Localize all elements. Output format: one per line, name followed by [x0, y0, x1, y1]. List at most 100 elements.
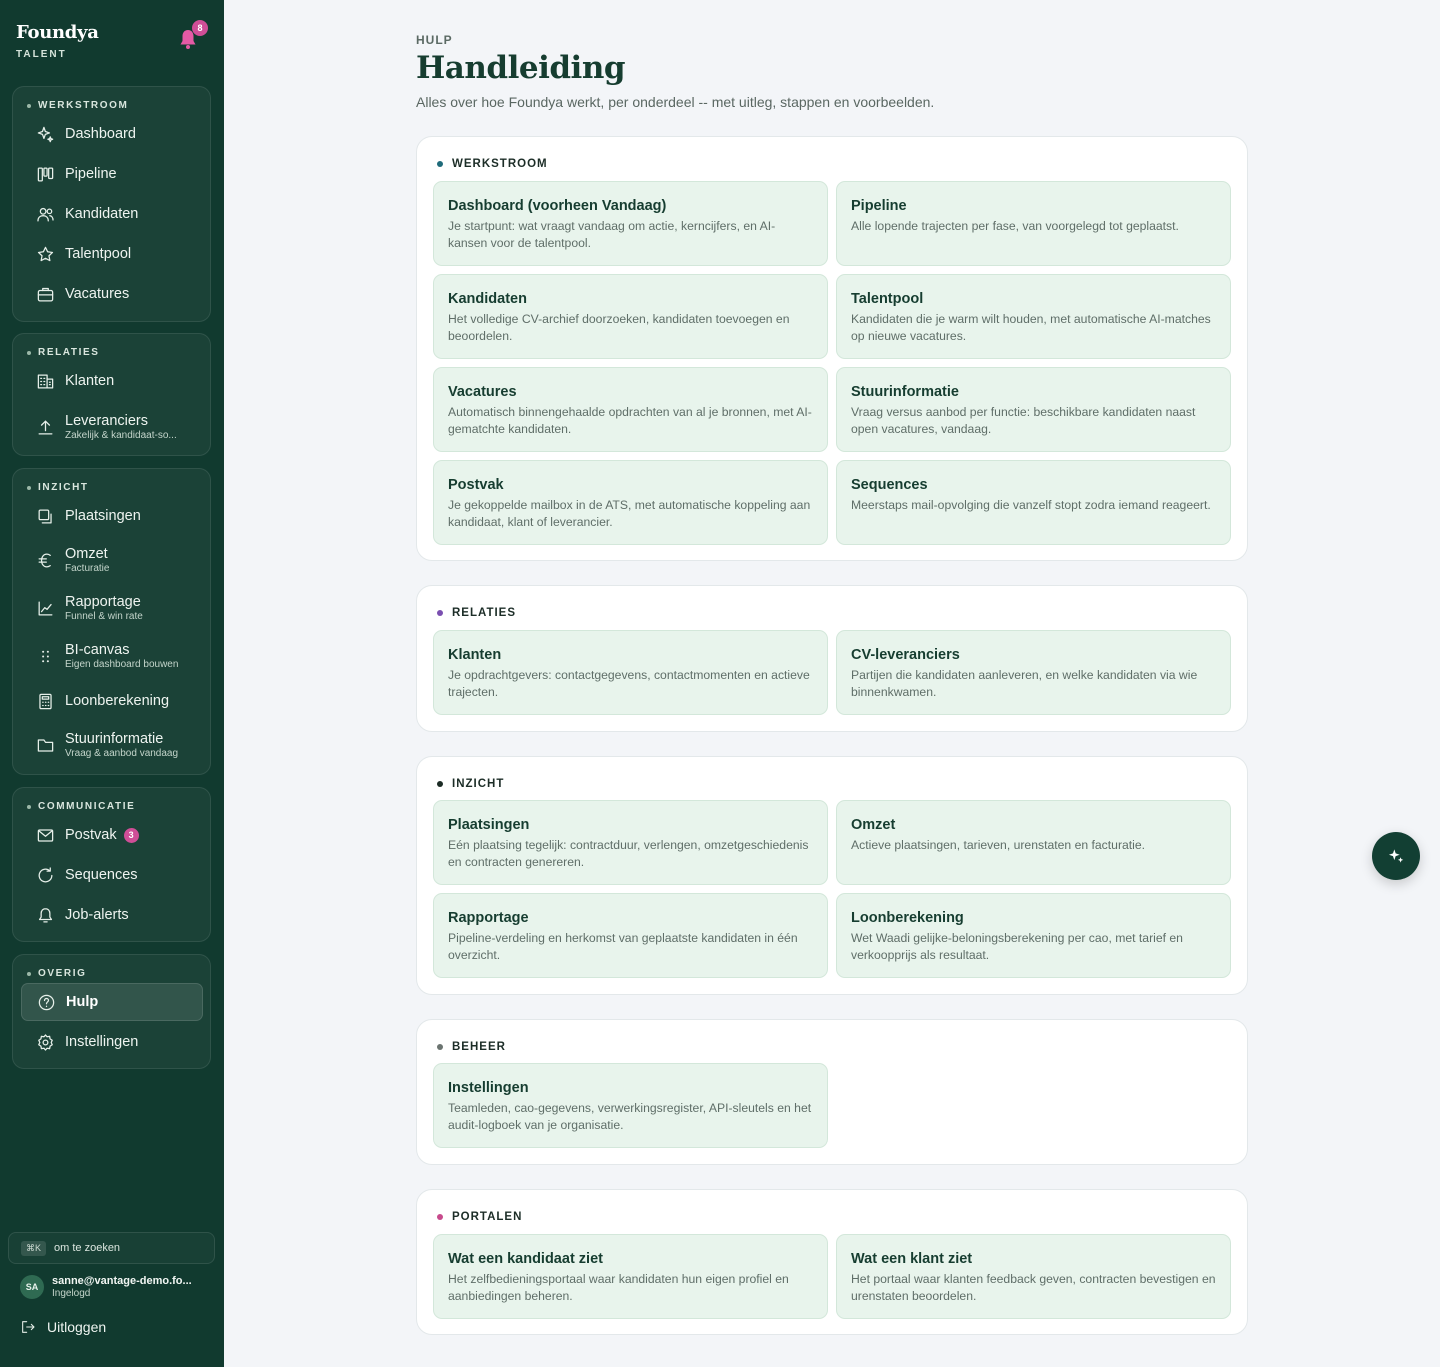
sidebar-item-job-alerts[interactable]: Job-alerts [21, 896, 203, 934]
refresh-icon [35, 865, 55, 885]
logout-label: Uitloggen [47, 1319, 107, 1335]
sidebar-item-pipeline[interactable]: Pipeline [21, 155, 203, 193]
guide-card-rapportage[interactable]: Rapportage Pipeline-verdeling en herkomst… [433, 893, 828, 978]
guide-card-klanten[interactable]: Klanten Je opdrachtgevers: contactgegeven… [433, 630, 828, 715]
logout-button[interactable]: Uitloggen [20, 1319, 106, 1335]
help-circle-icon [36, 992, 56, 1012]
guide-card-plaatsingen[interactable]: Plaatsingen Eén plaatsing tegelijk: contr… [433, 800, 828, 885]
sidebar-item-dashboard[interactable]: Dashboard [21, 115, 203, 153]
user-email: sanne@vantage-demo.fo... [52, 1275, 192, 1287]
mail-icon [35, 825, 55, 845]
guide-card-kandidaten[interactable]: Kandidaten Het volledige CV-archief doorz… [433, 274, 828, 359]
card-description: Kandidaten die je warm wilt houden, met … [851, 312, 1211, 343]
card-title: Wat een klant ziet [851, 1251, 973, 1267]
section-dot [437, 1044, 443, 1050]
command-search-button[interactable]: ⌘K om te zoeken [8, 1232, 215, 1264]
guide-card-instellingen[interactable]: Instellingen Teamleden, cao-gegevens, ver… [433, 1063, 828, 1148]
sidebar-item-sequences[interactable]: Sequences [21, 856, 203, 894]
section-label-text: WERKSTROOM [452, 158, 548, 170]
card-title: Vacatures [448, 384, 517, 400]
breadcrumb: HULP [416, 33, 453, 47]
sidebar-item-talentpool[interactable]: Talentpool [21, 235, 203, 273]
kanban-icon [35, 164, 55, 184]
guide-card-klant-portaal[interactable]: Wat een klant ziet Het portaal waar klant… [836, 1234, 1231, 1319]
guide-card-dashboard[interactable]: Dashboard (voorheen Vandaag) Je startpunt… [433, 181, 828, 266]
nav-group-communicatie: COMMUNICATIE Postvak 3 Sequences Job-aler… [12, 787, 211, 942]
avatar: SA [20, 1275, 44, 1299]
sidebar-item-omzet[interactable]: Omzet Facturatie [21, 539, 203, 581]
notification-count-badge: 8 [192, 20, 208, 36]
sidebar-item-label: Talentpool [65, 246, 132, 262]
section-label: INZICHT [437, 778, 504, 790]
sidebar-item-sublabel: Eigen dashboard bouwen [65, 659, 179, 670]
sidebar-item-postvak[interactable]: Postvak 3 [21, 816, 203, 854]
user-profile[interactable]: SA sanne@vantage-demo.fo... Ingelogd [20, 1275, 192, 1299]
sidebar-item-loonberekening[interactable]: Loonberekening [21, 682, 203, 720]
guide-card-sequences[interactable]: Sequences Meerstaps mail-opvolging die va… [836, 460, 1231, 545]
sidebar-item-label: Kandidaten [65, 206, 139, 222]
card-title: Kandidaten [448, 291, 527, 307]
guide-card-postvak[interactable]: Postvak Je gekoppelde mailbox in de ATS, … [433, 460, 828, 545]
card-title: Loonberekening [851, 910, 964, 926]
card-title: Plaatsingen [448, 817, 530, 833]
sidebar-item-label: Vacatures [65, 286, 130, 302]
card-description: Automatisch binnengehaalde opdrachten va… [448, 405, 812, 436]
guide-card-kandidaat-portaal[interactable]: Wat een kandidaat ziet Het zelfbedienings… [433, 1234, 828, 1319]
sidebar-item-label: Hulp [66, 994, 99, 1010]
sidebar-item-sublabel: Facturatie [65, 563, 110, 574]
sidebar-item-label: Omzet [65, 546, 108, 562]
bell-icon [35, 905, 55, 925]
page-title: Handleiding [416, 50, 626, 86]
sidebar-item-stuurinformatie[interactable]: Stuurinformatie Vraag & aanbod vandaag [21, 724, 203, 766]
guide-card-cv-leveranciers[interactable]: CV-leveranciers Partijen die kandidaten a… [836, 630, 1231, 715]
sidebar-item-sublabel: Zakelijk & kandidaat-so... [65, 430, 177, 441]
sidebar-item-label: BI-canvas [65, 642, 130, 658]
sidebar-item-plaatsingen[interactable]: Plaatsingen [21, 497, 203, 535]
sidebar-item-kandidaten[interactable]: Kandidaten [21, 195, 203, 233]
card-title: Talentpool [851, 291, 924, 307]
section-label: RELATIES [437, 607, 516, 619]
guide-card-omzet[interactable]: Omzet Actieve plaatsingen, tarieven, uren… [836, 800, 1231, 885]
section-beheer: BEHEER Instellingen Teamleden, cao-gegeve… [416, 1019, 1248, 1165]
guide-card-stuurinformatie[interactable]: Stuurinformatie Vraag versus aanbod per f… [836, 367, 1231, 452]
card-description: Teamleden, cao-gegevens, verwerkingsregi… [448, 1101, 812, 1132]
card-title: Wat een kandidaat ziet [448, 1251, 603, 1267]
guide-card-talentpool[interactable]: Talentpool Kandidaten die je warm wilt ho… [836, 274, 1231, 359]
card-title: Instellingen [448, 1080, 529, 1096]
sidebar-item-sublabel: Vraag & aanbod vandaag [65, 748, 179, 759]
sidebar-item-instellingen[interactable]: Instellingen [21, 1023, 203, 1061]
sidebar-item-klanten[interactable]: Klanten [21, 362, 203, 400]
nav-group-inzicht: INZICHT Plaatsingen Omzet Facturatie Rap… [12, 468, 211, 775]
nav-group-overig: OVERIG Hulp Instellingen [12, 954, 211, 1069]
sidebar-item-bi-canvas[interactable]: BI-canvas Eigen dashboard bouwen [21, 635, 203, 677]
brand[interactable]: Foundya TALENT [16, 22, 99, 60]
nav-group-label: INZICHT [27, 482, 89, 493]
upload-icon [35, 417, 55, 437]
sidebar-item-vacatures[interactable]: Vacatures [21, 275, 203, 313]
guide-card-pipeline[interactable]: Pipeline Alle lopende trajecten per fase,… [836, 181, 1231, 266]
nav-group-relaties: RELATIES Klanten Leveranciers Zakelijk &… [12, 333, 211, 456]
sidebar-item-leveranciers[interactable]: Leveranciers Zakelijk & kandidaat-so... [21, 406, 203, 448]
card-description: Pipeline-verdeling en herkomst van gepla… [448, 931, 798, 962]
card-title: CV-leveranciers [851, 647, 960, 663]
section-relaties: RELATIES Klanten Je opdrachtgevers: conta… [416, 585, 1248, 732]
sidebar-item-label: Rapportage [65, 594, 141, 610]
nav-group-label: OVERIG [27, 968, 87, 979]
section-label: BEHEER [437, 1041, 506, 1053]
logout-icon [22, 1321, 35, 1333]
nav-group-label: COMMUNICATIE [27, 801, 135, 812]
guide-card-loonberekening[interactable]: Loonberekening Wet Waadi gelijke-beloning… [836, 893, 1231, 978]
sidebar-item-hulp[interactable]: Hulp [21, 983, 203, 1021]
keyboard-shortcut: ⌘K [21, 1240, 47, 1256]
ai-assistant-button[interactable] [1372, 832, 1420, 880]
card-description: Je opdrachtgevers: contactgegevens, cont… [448, 668, 810, 699]
sidebar: Foundya TALENT 8 WERKSTROOM Dashboard Pi… [0, 0, 224, 1367]
section-portalen: PORTALEN Wat een kandidaat ziet Het zelfb… [416, 1189, 1248, 1335]
calculator-icon [35, 691, 55, 711]
guide-card-vacatures[interactable]: Vacatures Automatisch binnengehaalde opdr… [433, 367, 828, 452]
brand-subtitle: TALENT [16, 49, 67, 60]
card-description: Vraag versus aanbod per functie: beschik… [851, 405, 1196, 436]
section-inzicht: INZICHT Plaatsingen Eén plaatsing tegelij… [416, 756, 1248, 995]
sidebar-item-rapportage[interactable]: Rapportage Funnel & win rate [21, 587, 203, 629]
notifications-button[interactable]: 8 [178, 20, 208, 52]
